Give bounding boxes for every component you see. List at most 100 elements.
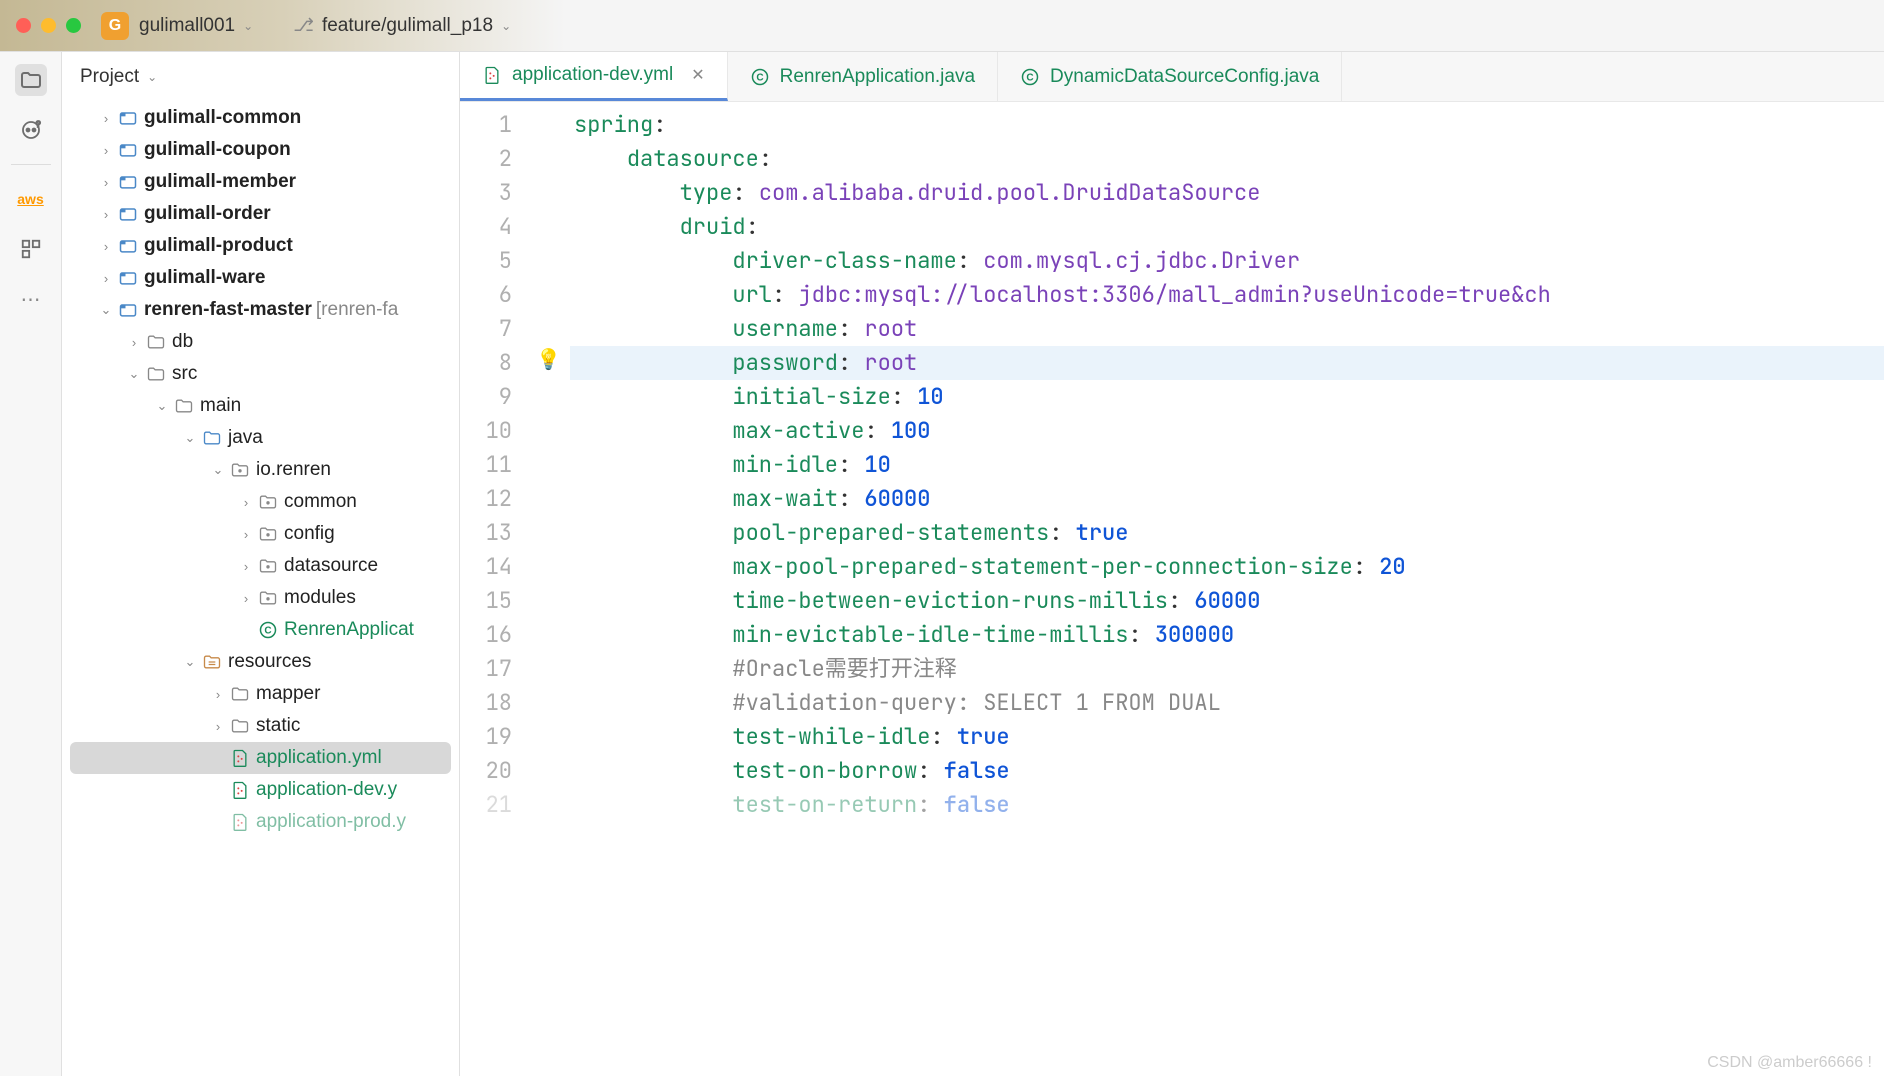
tree-arrow-icon[interactable]: ⌄ [98, 302, 114, 318]
yml-icon [230, 780, 250, 800]
code-line[interactable]: url: jdbc:mysql://localhost:3306/mall_ad… [570, 278, 1884, 312]
tree-arrow-icon[interactable]: ⌄ [210, 462, 226, 478]
code-line[interactable]: min-idle: 10 [570, 448, 1884, 482]
structure-icon[interactable] [15, 233, 47, 265]
tree-item[interactable]: ›static [62, 710, 459, 742]
tree-item[interactable]: application-prod.y [62, 806, 459, 838]
minimize-window-button[interactable] [41, 18, 56, 33]
editor-tab[interactable]: application-dev.yml✕ [460, 52, 728, 101]
tree-item[interactable]: CRenrenApplicat [62, 614, 459, 646]
tree-arrow-icon[interactable]: ⌄ [126, 366, 142, 382]
tree-item[interactable]: ›mapper [62, 678, 459, 710]
tree-item[interactable]: ⌄src [62, 358, 459, 390]
tree-arrow-icon[interactable]: › [238, 591, 254, 606]
folder-icon [230, 684, 250, 704]
line-number: 18 [460, 686, 512, 720]
code-line[interactable]: test-on-borrow: false [570, 754, 1884, 788]
tree-item[interactable]: ›gulimall-product [62, 230, 459, 262]
code-line[interactable]: max-pool-prepared-statement-per-connecti… [570, 550, 1884, 584]
panel-header[interactable]: Project ⌄ [62, 52, 459, 102]
code-line[interactable]: time-between-eviction-runs-millis: 60000 [570, 584, 1884, 618]
yml-icon [230, 812, 250, 832]
tree-item[interactable]: application-dev.y [62, 774, 459, 806]
code-editor[interactable]: 123456789101112131415161718192021 💡 spri… [460, 102, 1884, 1076]
code-line[interactable]: druid: [570, 210, 1884, 244]
tree-annotation: [renren-fa [316, 299, 398, 321]
code-content[interactable]: spring: datasource: type: com.alibaba.dr… [570, 102, 1884, 1076]
main-area: ? aws ⋯ Project ⌄ ›gulimall-common›gulim… [0, 52, 1884, 1076]
more-icon[interactable]: ⋯ [15, 283, 47, 315]
code-line[interactable]: spring: [570, 108, 1884, 142]
lightbulb-icon[interactable]: 💡 [536, 346, 561, 372]
chevron-down-icon[interactable]: ⌄ [243, 19, 253, 33]
code-line[interactable]: username: root [570, 312, 1884, 346]
aws-icon[interactable]: aws [15, 183, 47, 215]
line-number: 4 [460, 210, 512, 244]
branch-icon: ⎇ [293, 15, 314, 36]
tree-arrow-icon[interactable]: › [210, 719, 226, 734]
tree-item[interactable]: ›gulimall-member [62, 166, 459, 198]
tree-item[interactable]: ›gulimall-ware [62, 262, 459, 294]
code-line[interactable]: min-evictable-idle-time-millis: 300000 [570, 618, 1884, 652]
module-icon [118, 140, 138, 160]
branch-name[interactable]: feature/gulimall_p18 [322, 15, 493, 37]
code-line[interactable]: driver-class-name: com.mysql.cj.jdbc.Dri… [570, 244, 1884, 278]
code-line[interactable]: datasource: [570, 142, 1884, 176]
tree-item[interactable]: ›config [62, 518, 459, 550]
code-line[interactable]: password: root [570, 346, 1884, 380]
code-line[interactable]: initial-size: 10 [570, 380, 1884, 414]
line-number: 11 [460, 448, 512, 482]
project-tool-icon[interactable] [15, 64, 47, 96]
editor-tab[interactable]: CDynamicDataSourceConfig.java [998, 52, 1342, 101]
tree-arrow-icon[interactable]: › [98, 207, 114, 222]
tree-item[interactable]: ›gulimall-common [62, 102, 459, 134]
code-line[interactable]: type: com.alibaba.druid.pool.DruidDataSo… [570, 176, 1884, 210]
tree-item[interactable]: ⌄main [62, 390, 459, 422]
tree-item[interactable]: ›db [62, 326, 459, 358]
tree-item[interactable]: ⌄renren-fast-master [renren-fa [62, 294, 459, 326]
editor-tab[interactable]: CRenrenApplication.java [728, 52, 998, 101]
tree-arrow-icon[interactable]: › [98, 239, 114, 254]
close-tab-icon[interactable]: ✕ [691, 65, 704, 85]
module-icon [118, 172, 138, 192]
tree-item[interactable]: ⌄java [62, 422, 459, 454]
project-name[interactable]: gulimall001 [139, 15, 235, 37]
tree-item[interactable]: ›gulimall-order [62, 198, 459, 230]
class-icon: C [750, 67, 770, 87]
tree-arrow-icon[interactable]: ⌄ [182, 654, 198, 670]
chevron-down-icon[interactable]: ⌄ [147, 70, 157, 84]
tree-arrow-icon[interactable]: › [238, 559, 254, 574]
code-line[interactable]: max-wait: 60000 [570, 482, 1884, 516]
tree-item[interactable]: ›common [62, 486, 459, 518]
maximize-window-button[interactable] [66, 18, 81, 33]
tree-item[interactable]: ›modules [62, 582, 459, 614]
code-line[interactable]: test-while-idle: true [570, 720, 1884, 754]
code-line[interactable]: test-on-return: false [570, 788, 1884, 822]
tree-arrow-icon[interactable]: › [126, 335, 142, 350]
code-line[interactable]: #Oracle需要打开注释 [570, 652, 1884, 686]
line-number: 5 [460, 244, 512, 278]
code-line[interactable]: max-active: 100 [570, 414, 1884, 448]
close-window-button[interactable] [16, 18, 31, 33]
code-line[interactable]: #validation-query: SELECT 1 FROM DUAL [570, 686, 1884, 720]
tree-arrow-icon[interactable]: ⌄ [154, 398, 170, 414]
tree-arrow-icon[interactable]: › [238, 495, 254, 510]
copilot-icon[interactable]: ? [15, 114, 47, 146]
class-icon: C [1020, 67, 1040, 87]
code-line[interactable]: pool-prepared-statements: true [570, 516, 1884, 550]
line-number: 16 [460, 618, 512, 652]
tree-item[interactable]: application.yml [70, 742, 451, 774]
tree-arrow-icon[interactable]: › [210, 687, 226, 702]
tree-arrow-icon[interactable]: › [98, 175, 114, 190]
chevron-down-icon[interactable]: ⌄ [501, 19, 511, 33]
tree-item[interactable]: ›datasource [62, 550, 459, 582]
tree-arrow-icon[interactable]: ⌄ [182, 430, 198, 446]
tree-arrow-icon[interactable]: › [238, 527, 254, 542]
project-tree[interactable]: ›gulimall-common›gulimall-coupon›gulimal… [62, 102, 459, 1076]
tree-item[interactable]: ⌄io.renren [62, 454, 459, 486]
tree-item[interactable]: ⌄resources [62, 646, 459, 678]
tree-arrow-icon[interactable]: › [98, 111, 114, 126]
tree-arrow-icon[interactable]: › [98, 143, 114, 158]
tree-arrow-icon[interactable]: › [98, 271, 114, 286]
tree-item[interactable]: ›gulimall-coupon [62, 134, 459, 166]
